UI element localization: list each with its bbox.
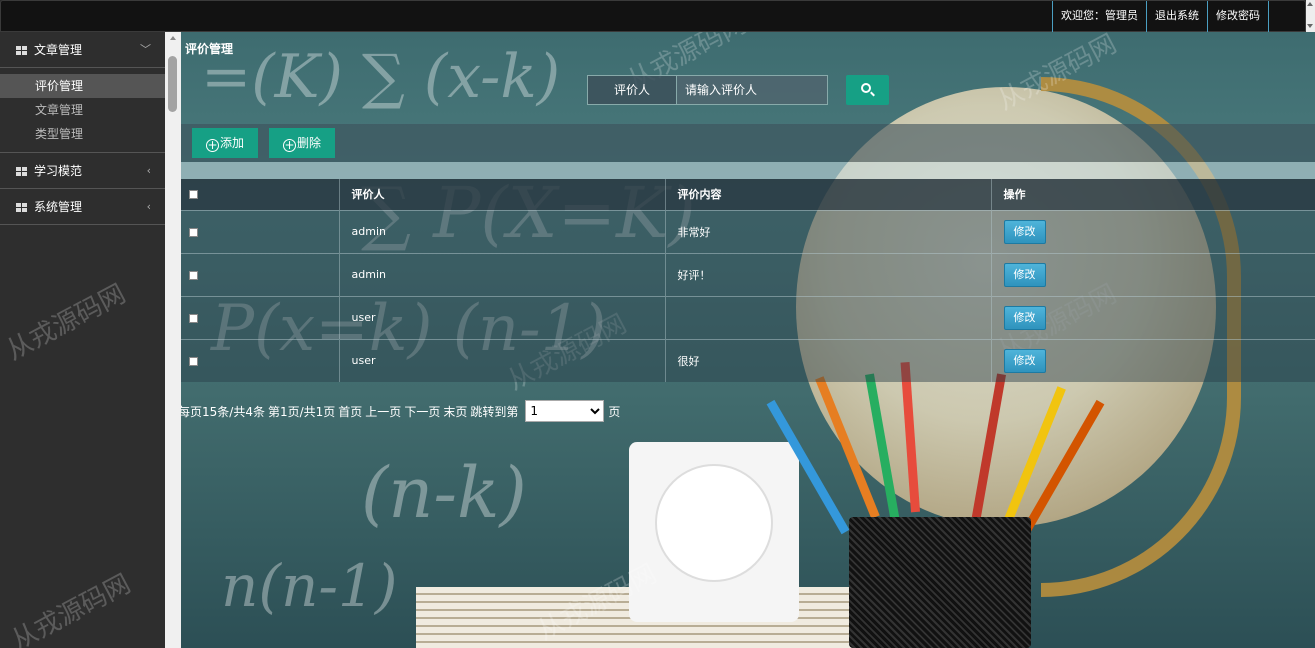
reviewer-cell: admin — [339, 209, 666, 253]
column-header: 评价人 — [339, 179, 666, 210]
sidebar-item-review[interactable]: 评价管理 — [0, 74, 165, 98]
table-row: user 很好 修改 — [181, 338, 1315, 382]
pagination: 每页15条/共4条 第1页/共1页 首页 上一页 下一页 末页 跳转到第 1 页 — [181, 400, 623, 422]
delete-button-label: 删除 — [297, 136, 322, 150]
sidebar-item-type[interactable]: 类型管理 — [0, 122, 165, 146]
pager-page-info: 第1页/共1页 — [267, 404, 336, 419]
table-row: admin 非常好 修改 — [181, 209, 1315, 253]
sidebar-group-system[interactable]: 系统管理 ‹ — [0, 189, 165, 225]
watermark-text: 从戎源码网 — [6, 568, 136, 648]
scroll-down-icon[interactable] — [1307, 24, 1313, 28]
column-header: 评价内容 — [665, 179, 992, 210]
reviewer-cell: user — [339, 295, 666, 339]
row-checkbox[interactable] — [189, 270, 198, 280]
top-bar: 欢迎您：管理员 退出系统 修改密码 — [0, 0, 1306, 32]
page-select[interactable]: 1 — [525, 400, 605, 422]
search-input[interactable] — [677, 75, 828, 105]
table-row: admin 好评！ 修改 — [181, 252, 1315, 296]
sidebar-scrollbar[interactable] — [165, 32, 181, 648]
content-cell: 很好 — [665, 338, 992, 382]
row-checkbox[interactable] — [189, 356, 198, 366]
sidebar-group-label: 系统管理 — [34, 200, 83, 214]
plus-circle-icon: + — [283, 138, 296, 152]
scrollbar-thumb[interactable] — [168, 56, 177, 112]
page-title: 评价管理 — [185, 42, 234, 56]
chalk-formula: n(n-1) — [221, 552, 398, 620]
sidebar: 文章管理 ﹀ 评价管理 文章管理 类型管理 学习模范 ‹ 系统管理 ‹ 从戎源码… — [0, 32, 165, 648]
select-all-checkbox[interactable] — [189, 190, 198, 200]
sidebar-group-label: 学习模范 — [34, 164, 83, 178]
sidebar-group-article[interactable]: 文章管理 ﹀ — [0, 32, 165, 68]
main-content: =(K) ∑ (x-k) ∑ P(X=K) P(x=k) (n-1) (n-k)… — [181, 32, 1315, 648]
pager-suffix: 页 — [608, 404, 621, 419]
pager-prev-link[interactable]: 上一页 — [365, 403, 401, 420]
row-checkbox[interactable] — [189, 313, 198, 323]
reviewer-cell: user — [339, 338, 666, 382]
action-toolbar: + 添加 + 删除 — [181, 124, 1315, 162]
add-button[interactable]: + 添加 — [192, 128, 259, 158]
chevron-down-icon: ﹀ — [140, 43, 151, 56]
logout-link[interactable]: 退出系统 — [1146, 1, 1207, 32]
chevron-left-icon: ‹ — [146, 200, 151, 213]
content-cell: 好评！ — [665, 252, 992, 296]
edit-button[interactable]: 修改 — [1003, 262, 1046, 287]
add-button-label: 添加 — [220, 136, 245, 150]
grid-icon — [16, 46, 27, 55]
grid-icon — [16, 167, 27, 176]
sidebar-item-article[interactable]: 文章管理 — [0, 98, 165, 122]
review-table: 评价人 评价内容 操作 admin 非常好 修改 admin 好评！ 修改 us… — [181, 179, 1315, 382]
plus-circle-icon: + — [206, 138, 219, 152]
divider — [181, 162, 1315, 179]
content-cell — [665, 295, 992, 339]
row-checkbox[interactable] — [189, 227, 198, 237]
search-label: 评价人 — [587, 75, 677, 105]
select-all-cell — [181, 179, 340, 210]
sidebar-group-label: 文章管理 — [34, 43, 83, 57]
edit-button[interactable]: 修改 — [1003, 305, 1046, 330]
pencil-cup — [849, 517, 1031, 648]
sidebar-submenu: 评价管理 文章管理 类型管理 — [0, 68, 165, 153]
chalk-formula: (n-k) — [361, 452, 527, 534]
scroll-up-icon[interactable] — [170, 36, 176, 40]
pager-jump-label: 跳转到第 — [470, 404, 519, 419]
reviewer-cell: admin — [339, 252, 666, 296]
clock-illustration — [629, 442, 799, 622]
pager-summary: 每页15条/共4条 — [181, 404, 265, 419]
delete-button[interactable]: + 删除 — [269, 128, 336, 158]
pager-last-link[interactable]: 末页 — [443, 403, 467, 420]
chalk-formula: =(K) ∑ (x-k) — [201, 42, 561, 112]
sidebar-group-study[interactable]: 学习模范 ‹ — [0, 153, 165, 189]
content-cell: 非常好 — [665, 209, 992, 253]
column-header: 操作 — [991, 179, 1315, 210]
scroll-up-icon[interactable] — [1307, 2, 1313, 6]
search-bar: 评价人 — [587, 75, 889, 105]
chevron-left-icon: ‹ — [146, 164, 151, 177]
top-links: 欢迎您：管理员 退出系统 修改密码 — [1052, 1, 1269, 32]
pager-first-link[interactable]: 首页 — [338, 403, 362, 420]
search-button[interactable] — [846, 75, 889, 105]
welcome-text: 欢迎您：管理员 — [1052, 1, 1146, 32]
grid-icon — [16, 203, 27, 212]
table-row: user 修改 — [181, 295, 1315, 339]
edit-button[interactable]: 修改 — [1003, 219, 1046, 244]
pager-next-link[interactable]: 下一页 — [404, 403, 440, 420]
table-header-row: 评价人 评价内容 操作 — [181, 179, 1315, 210]
watermark-text: 从戎源码网 — [1, 278, 131, 367]
edit-button[interactable]: 修改 — [1003, 348, 1046, 373]
change-password-link[interactable]: 修改密码 — [1207, 1, 1269, 32]
page-scrollbar[interactable] — [1306, 0, 1315, 32]
